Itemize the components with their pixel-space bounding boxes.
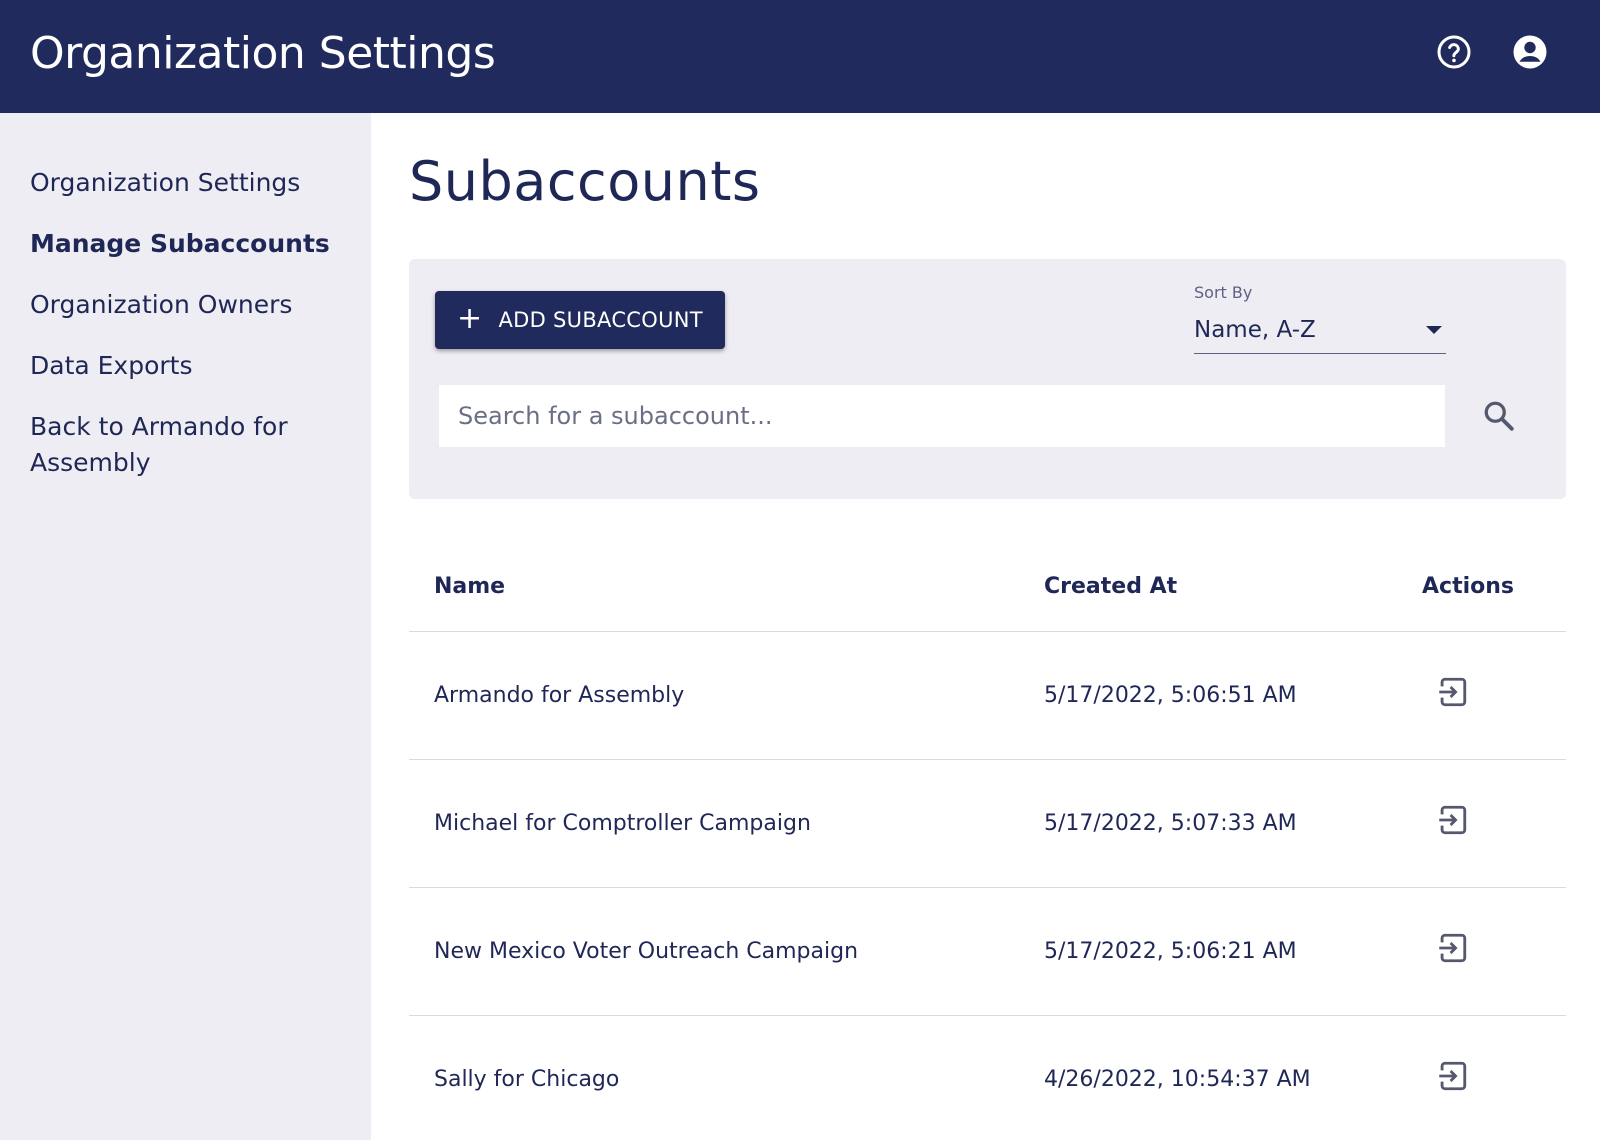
- table-row: Armando for Assembly 5/17/2022, 5:06:51 …: [409, 631, 1566, 760]
- toolbar-panel: + ADD SUBACCOUNT Sort By Name, A-Z: [409, 259, 1566, 499]
- account-icon[interactable]: [1512, 34, 1548, 70]
- column-header-actions: Actions: [1397, 543, 1566, 632]
- add-subaccount-label: ADD SUBACCOUNT: [498, 308, 703, 332]
- table-row: New Mexico Voter Outreach Campaign 5/17/…: [409, 887, 1566, 1016]
- search-input[interactable]: [439, 385, 1445, 447]
- cell-created-at: 5/17/2022, 5:06:21 AM: [1019, 887, 1397, 1016]
- cell-name: New Mexico Voter Outreach Campaign: [409, 887, 1019, 1016]
- plus-icon: +: [457, 300, 483, 336]
- table-row: Sally for Chicago 4/26/2022, 10:54:37 AM: [409, 1015, 1566, 1140]
- search-icon[interactable]: [1481, 398, 1517, 434]
- table-row: Michael for Comptroller Campaign 5/17/20…: [409, 759, 1566, 888]
- help-icon[interactable]: [1436, 34, 1472, 70]
- cell-name: Armando for Assembly: [409, 631, 1019, 760]
- cell-created-at: 4/26/2022, 10:54:37 AM: [1019, 1015, 1397, 1140]
- sidebar-item-organization-owners[interactable]: Organization Owners: [0, 287, 371, 323]
- table-header-row: Name Created At Actions: [409, 543, 1566, 632]
- column-header-created-at[interactable]: Created At: [1019, 543, 1397, 632]
- cell-created-at: 5/17/2022, 5:06:51 AM: [1019, 631, 1397, 760]
- cell-name: Sally for Chicago: [409, 1015, 1019, 1140]
- chevron-down-icon: [1426, 325, 1442, 334]
- subaccounts-table: Name Created At Actions Armando for Asse…: [409, 543, 1566, 1140]
- login-icon[interactable]: [1435, 1059, 1469, 1093]
- sidebar-item-manage-subaccounts[interactable]: Manage Subaccounts: [0, 226, 371, 262]
- top-app-bar: Organization Settings: [0, 0, 1600, 113]
- sidebar-item-organization-settings[interactable]: Organization Settings: [0, 165, 371, 201]
- app-title: Organization Settings: [30, 28, 496, 79]
- sort-by-select[interactable]: Name, A-Z: [1194, 312, 1446, 354]
- cell-created-at: 5/17/2022, 5:07:33 AM: [1019, 759, 1397, 888]
- add-subaccount-button[interactable]: + ADD SUBACCOUNT: [435, 291, 725, 349]
- login-icon[interactable]: [1435, 675, 1469, 709]
- sort-by-label: Sort By: [1194, 283, 1253, 302]
- sidebar-item-back-to-account[interactable]: Back to Armando for Assembly: [0, 409, 330, 481]
- sort-by-value: Name, A-Z: [1194, 316, 1316, 343]
- sort-by-control: Sort By Name, A-Z: [1194, 283, 1446, 354]
- sidebar: Organization Settings Manage Subaccounts…: [0, 113, 371, 1140]
- cell-name: Michael for Comptroller Campaign: [409, 759, 1019, 888]
- main-content: Subaccounts + ADD SUBACCOUNT Sort By Nam…: [409, 113, 1566, 1140]
- login-icon[interactable]: [1435, 931, 1469, 965]
- page-title: Subaccounts: [409, 150, 761, 213]
- sidebar-item-data-exports[interactable]: Data Exports: [0, 348, 371, 384]
- column-header-name[interactable]: Name: [409, 543, 1019, 632]
- login-icon[interactable]: [1435, 803, 1469, 837]
